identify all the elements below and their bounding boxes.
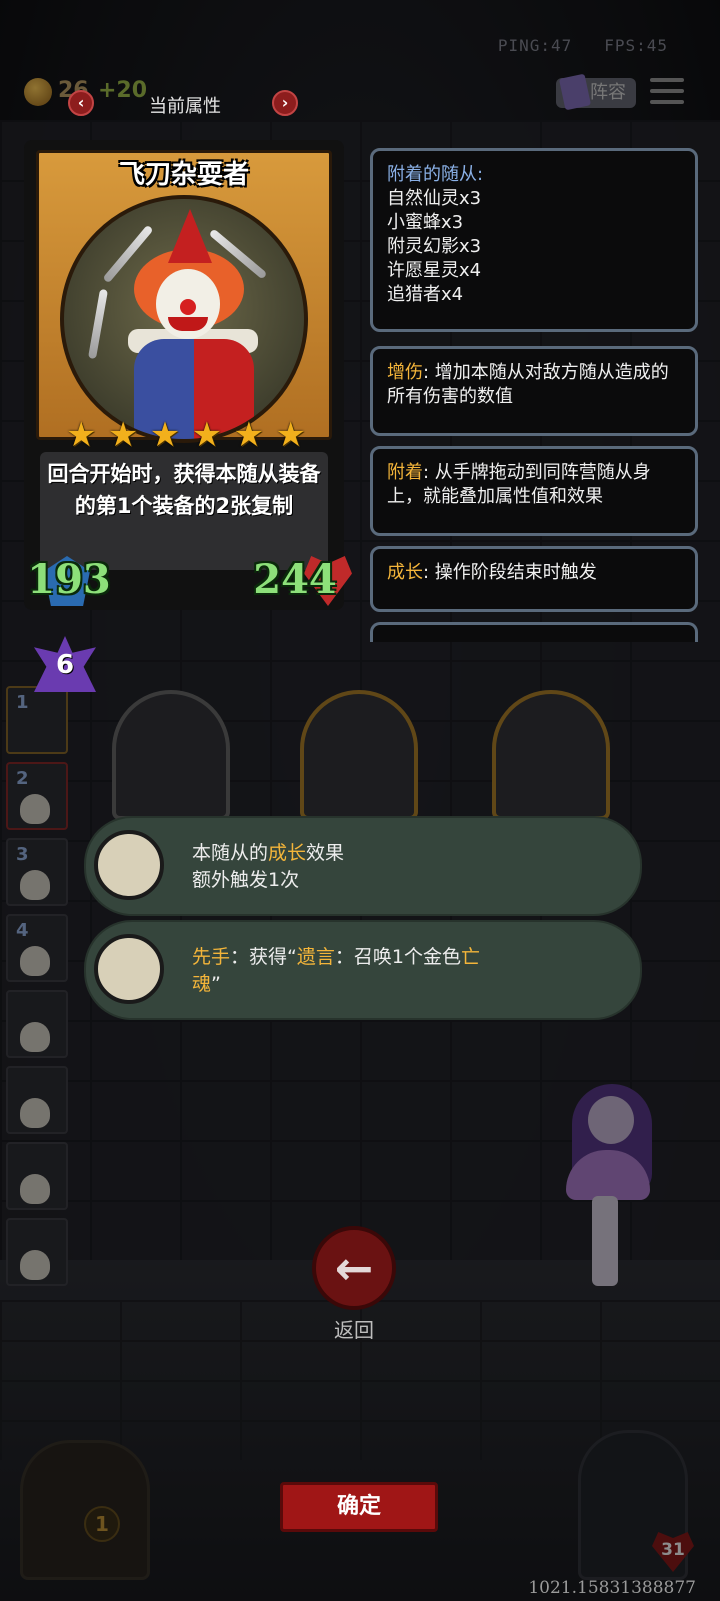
gold-coin-icon [24,78,52,106]
keyword-sep: : [423,562,435,583]
card-name: 飞刀杂耍者 [118,160,249,190]
tier-value: 6 [55,650,75,680]
header-title: 当前属性 [149,96,221,117]
keyword-sep: : [423,462,435,483]
ping-text: PING:47 [497,36,573,55]
keyword-sep: : [423,362,435,383]
attack-value: 193 [27,556,111,603]
star-icon: ★ [66,415,97,455]
attached-item: 小蜜蜂x3 [387,212,464,233]
attached-item: 附灵幻影x3 [387,236,482,257]
menu-icon[interactable] [650,78,684,106]
keyword-panel-partial [370,622,698,642]
star-icon: ★ [233,415,265,455]
effect-keyword: 魂 [192,973,212,995]
lineup-button[interactable]: 阵容 [556,73,636,111]
network-stats: PING:47 FPS:45 [498,36,668,55]
effect-keyword: 先手 [192,946,231,968]
attached-item: 许愿星灵x4 [387,260,482,281]
keyword-panel-attach: 附着: 从手牌拖动到同阵营随从身上，就能叠加属性值和效果 [370,446,698,536]
star-icon: ★ [149,415,181,455]
effect-text: 先手：获得“遗言：召唤1个金色亡 魂” [192,944,612,998]
effect-text-part: 额外触发1次 [192,869,300,891]
keyword-term: 增伤 [387,362,423,383]
minion-card: 飞刀杂耍者 ★ ★ ★ ★ ★ ★ 回合开始时，获得本随从装备的第1个装备的2张… [24,140,352,610]
attached-item: 追猎者x4 [387,284,464,305]
attached-list: 自然仙灵x3 小蜜蜂x3 附灵幻影x3 许愿星灵x4 追猎者x4 [387,187,681,307]
effect-text-part: 本随从的 [192,842,269,864]
star-icon: ★ [107,415,139,455]
keyword-panel-damage-boost: 增伤: 增加本随从对敌方随从造成的所有伤害的数值 [370,346,698,436]
keyword-term: 成长 [387,562,423,583]
keyword-panel-growth: 成长: 操作阶段结束时触发 [370,546,698,612]
keyword-desc: 操作阶段结束时触发 [434,562,597,583]
next-arrow-button[interactable]: › [272,90,298,116]
lineup-label: 阵容 [590,82,626,103]
deck-icon [558,73,592,111]
effect-text-part: ：获得“ [230,946,297,968]
keyword-term: 附着 [387,462,423,483]
back-arrow-icon: ← [334,1241,374,1295]
clown-portrait [60,195,308,443]
cross-icon [94,934,164,1004]
session-id: 1021.15831388877 [528,1578,696,1598]
star-rating: ★ ★ ★ ★ ★ ★ [66,415,306,455]
effect-keyword: 成长 [268,842,307,864]
prev-arrow-button[interactable]: ‹ [68,90,94,116]
attached-minions-panel: 附着的随从: 自然仙灵x3 小蜜蜂x3 附灵幻影x3 许愿星灵x4 追猎者x4 [370,148,698,332]
confirm-button[interactable]: 确定 [280,1482,438,1532]
star-icon: ★ [191,415,223,455]
effect-keyword: 亡 [460,946,480,968]
back-button[interactable]: ← [312,1226,396,1310]
effect-popup-first-strike: 先手：获得“遗言：召唤1个金色亡 魂” [86,922,640,1018]
attached-item: 自然仙灵x3 [387,188,482,209]
effect-text-part: ” [211,973,221,995]
effect-keyword: 遗言 [296,946,335,968]
card-description: 回合开始时，获得本随从装备的第1个装备的2张复制 [47,462,321,518]
pocket-watch-icon [94,830,164,900]
fps-text: FPS:45 [604,36,668,55]
health-value: 244 [253,556,337,603]
effect-popup-growth: 本随从的成长效果 额外触发1次 [86,818,640,914]
attached-title: 附着的随从: [387,164,484,185]
back-label: 返回 [334,1318,374,1342]
star-icon: ★ [275,415,306,455]
effect-text: 本随从的成长效果 额外触发1次 [192,840,612,894]
effect-text-part: 效果 [306,842,345,864]
effect-text-part: ：召唤1个金色 [334,946,461,968]
